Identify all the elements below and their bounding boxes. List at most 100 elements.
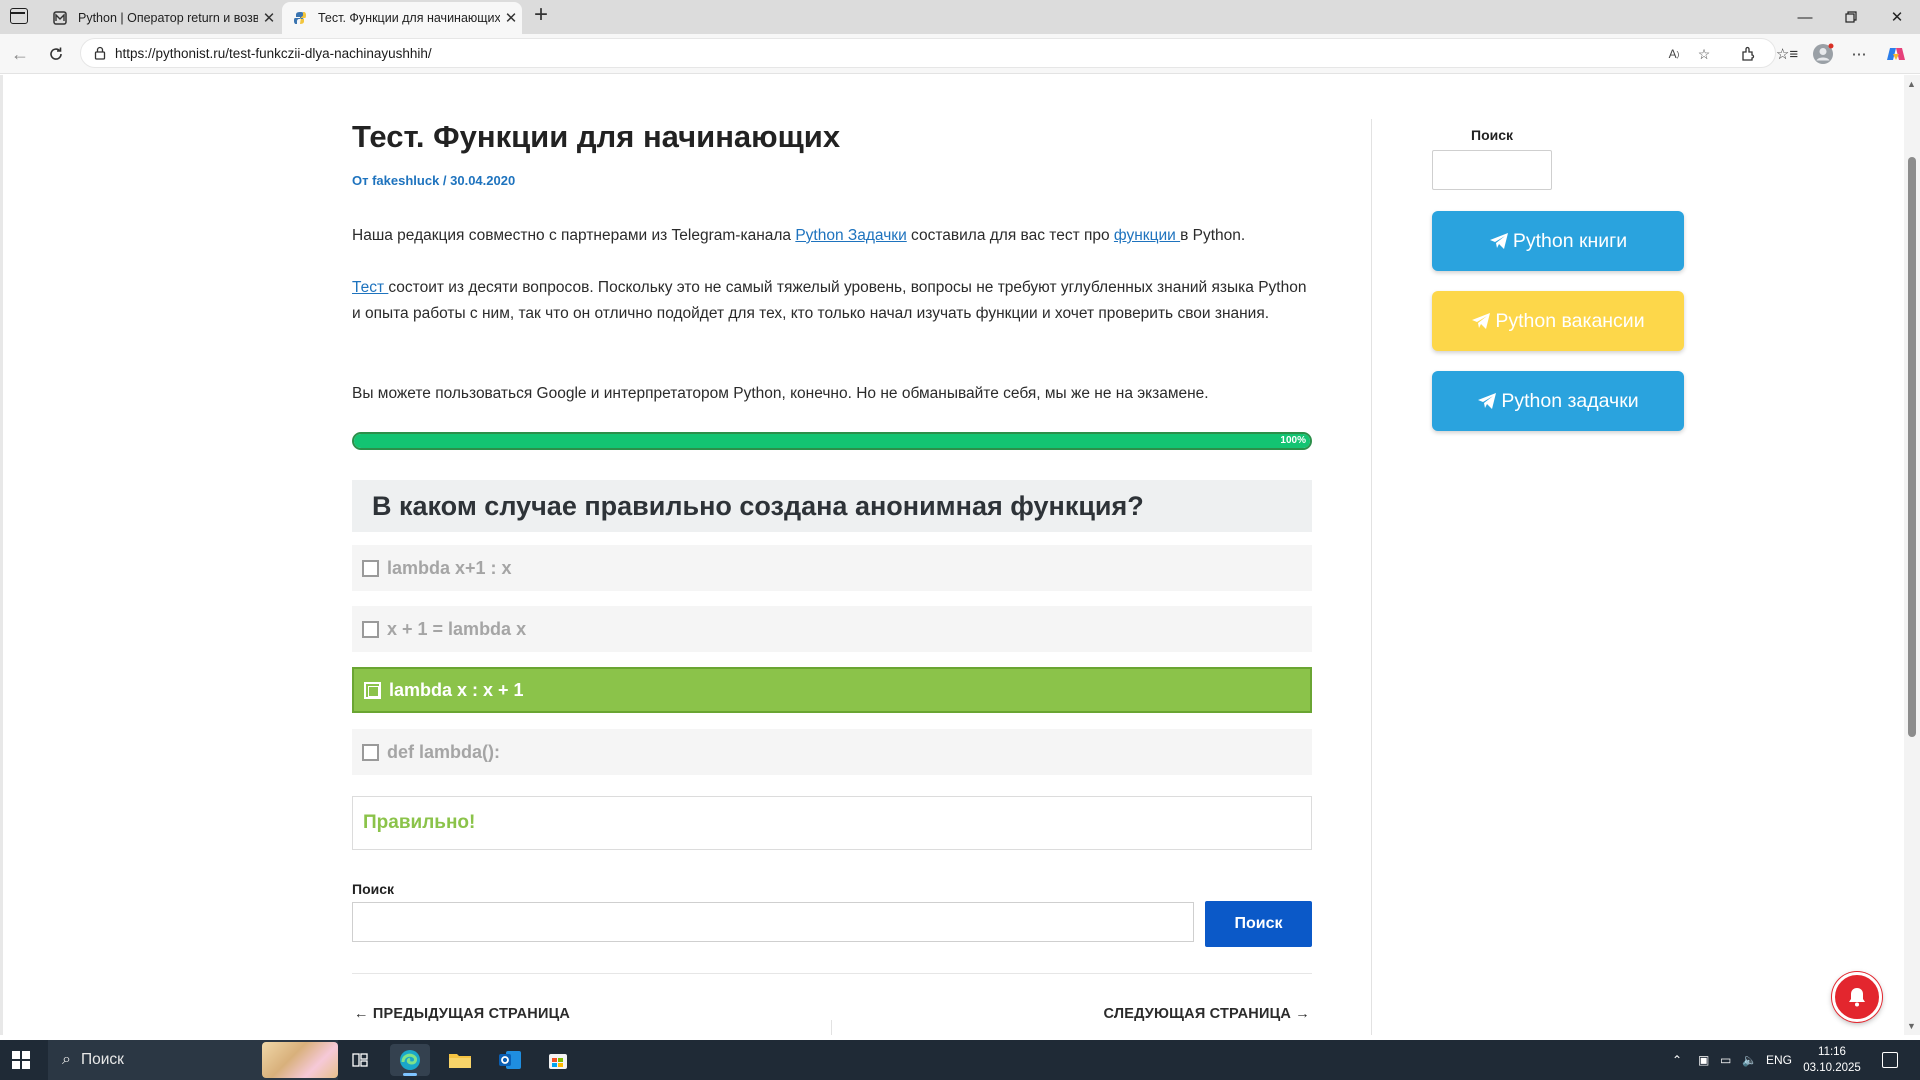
close-window-icon[interactable]: ✕ xyxy=(1874,0,1920,34)
scrollbar-thumb[interactable] xyxy=(1908,157,1916,737)
answer-option[interactable]: lambda x+1 : x xyxy=(352,545,1312,591)
intro-paragraph: Наша редакция совместно с партнерами из … xyxy=(352,223,1312,249)
python-tasks-button[interactable]: Python задачки xyxy=(1432,371,1684,431)
browser-toolbar: ← https://pythonist.ru/test-funkczii-dly… xyxy=(0,34,1920,74)
progress-label: 100% xyxy=(1280,435,1306,446)
favorites-icon[interactable]: ☆≡ xyxy=(1776,43,1798,65)
site-info-icon[interactable] xyxy=(93,46,107,60)
network-icon[interactable]: ▭ xyxy=(1720,1040,1731,1080)
answer-text: x + 1 = lambda x xyxy=(387,618,527,639)
edge-browser-icon[interactable] xyxy=(390,1044,430,1076)
search-highlight-image[interactable] xyxy=(262,1042,338,1078)
profile-avatar-icon[interactable] xyxy=(1812,43,1834,65)
web-page: Тест. Функции для начинающих От fakeshlu… xyxy=(0,75,1904,1035)
disclaimer-paragraph: Вы можете пользоваться Google и интерпре… xyxy=(352,385,1209,402)
page-scrollbar[interactable]: ▲ ▼ xyxy=(1904,75,1920,1035)
page-edge xyxy=(0,75,3,1035)
answer-text: lambda x+1 : x xyxy=(387,557,512,578)
next-page-link[interactable]: СЛЕДУЮЩАЯ СТРАНИЦА → xyxy=(1104,1006,1310,1022)
scroll-up-icon[interactable]: ▲ xyxy=(1907,79,1916,89)
reload-icon[interactable] xyxy=(42,40,70,68)
minimize-icon[interactable]: — xyxy=(1782,0,1828,34)
sidebar-search-input[interactable] xyxy=(1432,150,1552,190)
browser-tab-2[interactable]: Тест. Функции для начинающих ✕ xyxy=(282,2,522,34)
tab-actions-icon[interactable] xyxy=(10,8,28,24)
sidebar-search-label: Поиск xyxy=(1471,127,1514,143)
outlook-icon[interactable] xyxy=(490,1044,530,1076)
more-menu-icon[interactable]: ⋯ xyxy=(1848,43,1870,65)
test-description-paragraph: Тест состоит из десяти вопросов. Посколь… xyxy=(352,275,1312,327)
windows-taskbar: ⌕ Поиск ⌃ ▣ ▭ 🔈 ENG 11:16 03.10.2025 xyxy=(0,1040,1920,1080)
post-meta[interactable]: От fakeshluck / 30.04.2020 xyxy=(352,173,515,188)
favorite-star-icon[interactable]: ☆ xyxy=(1693,43,1715,65)
browser-tab-bar: Python | Оператор return и возв ✕ Тест. … xyxy=(0,0,1920,34)
search-input[interactable] xyxy=(352,902,1194,942)
telegram-icon xyxy=(1489,233,1508,249)
show-hidden-icons-icon[interactable]: ⌃ xyxy=(1672,1040,1682,1080)
clock-time: 11:16 xyxy=(1818,1046,1846,1058)
tab-close-icon[interactable]: ✕ xyxy=(500,9,522,27)
button-label: Python задачки xyxy=(1501,389,1639,412)
language-indicator[interactable]: ENG xyxy=(1766,1040,1792,1080)
quiz-question: В каком случае правильно создана анонимн… xyxy=(352,480,1312,532)
notification-bell-button[interactable] xyxy=(1832,972,1882,1022)
checkbox-icon[interactable] xyxy=(362,620,379,638)
meet-now-icon[interactable]: ▣ xyxy=(1698,1040,1709,1080)
copilot-icon[interactable] xyxy=(1885,43,1907,65)
answer-option[interactable]: def lambda(): xyxy=(352,729,1312,775)
python-tasks-link[interactable]: Python Задачки xyxy=(795,227,906,244)
volume-icon[interactable]: 🔈 xyxy=(1742,1040,1757,1080)
intro-text: в Python. xyxy=(1180,227,1246,244)
sidebar-divider xyxy=(1371,119,1372,1035)
answer-option-correct[interactable]: lambda x : x + 1 xyxy=(352,667,1312,713)
button-label: Python книги xyxy=(1512,229,1628,252)
browser-tab-1[interactable]: Python | Оператор return и возв ✕ xyxy=(42,2,280,34)
python-jobs-button[interactable]: Python вакансии xyxy=(1432,291,1684,351)
python-favicon-icon xyxy=(292,10,308,26)
taskbar-search-box[interactable]: ⌕ Поиск xyxy=(48,1040,338,1080)
scroll-down-icon[interactable]: ▼ xyxy=(1907,1021,1916,1031)
answer-text: def lambda(): xyxy=(387,741,501,762)
search-icon: ⌕ xyxy=(62,1051,71,1068)
python-books-button[interactable]: Python книги xyxy=(1432,211,1684,271)
restore-icon[interactable] xyxy=(1828,0,1874,34)
task-view-icon[interactable] xyxy=(340,1044,380,1076)
answer-option[interactable]: x + 1 = lambda x xyxy=(352,606,1312,652)
taskbar-search-placeholder: Поиск xyxy=(80,1051,124,1068)
functions-link[interactable]: функции xyxy=(1114,227,1180,244)
telegram-icon xyxy=(1472,313,1491,329)
description-text: состоит из десяти вопросов. Поскольку эт… xyxy=(352,279,1307,322)
tab-favicon-icon xyxy=(52,10,68,26)
intro-text: составила для вас тест про xyxy=(906,227,1114,244)
button-label: Python вакансии xyxy=(1495,309,1645,332)
notifications-icon[interactable] xyxy=(1882,1052,1898,1068)
progress-fill xyxy=(354,434,1310,448)
answer-text: lambda x : x + 1 xyxy=(389,679,524,700)
microsoft-store-icon[interactable] xyxy=(538,1044,578,1076)
divider xyxy=(352,973,1312,974)
tab-close-icon[interactable]: ✕ xyxy=(258,9,280,27)
checkbox-icon[interactable] xyxy=(362,743,379,761)
extensions-icon[interactable] xyxy=(1737,43,1759,65)
search-label: Поиск xyxy=(352,881,395,897)
tab-title: Тест. Функции для начинающих xyxy=(318,11,500,25)
intro-text: Наша редакция совместно с партнерами из … xyxy=(352,227,796,244)
test-link[interactable]: Тест xyxy=(352,279,388,296)
read-aloud-icon[interactable]: A) xyxy=(1663,43,1685,65)
url-text: https://pythonist.ru/test-funkczii-dlya-… xyxy=(115,46,432,61)
previous-page-link[interactable]: ← ПРЕДЫДУЩАЯ СТРАНИЦА xyxy=(354,1006,570,1022)
tab-title: Python | Оператор return и возв xyxy=(78,11,258,25)
checkbox-icon[interactable] xyxy=(364,681,381,699)
quiz-result-box: Правильно! xyxy=(352,796,1312,850)
back-arrow-icon[interactable]: ← xyxy=(6,40,34,68)
system-clock[interactable]: 11:16 03.10.2025 xyxy=(1800,1044,1864,1076)
new-tab-plus-icon[interactable]: + xyxy=(528,3,554,29)
file-explorer-icon[interactable] xyxy=(440,1044,480,1076)
pager-divider xyxy=(831,1020,832,1035)
address-bar[interactable]: https://pythonist.ru/test-funkczii-dlya-… xyxy=(80,38,1776,68)
quiz-progress-bar: 100% xyxy=(352,432,1312,450)
search-button[interactable]: Поиск xyxy=(1205,901,1312,947)
windows-start-icon[interactable] xyxy=(12,1051,30,1069)
checkbox-icon[interactable] xyxy=(362,559,379,577)
clock-date: 03.10.2025 xyxy=(1803,1062,1861,1074)
